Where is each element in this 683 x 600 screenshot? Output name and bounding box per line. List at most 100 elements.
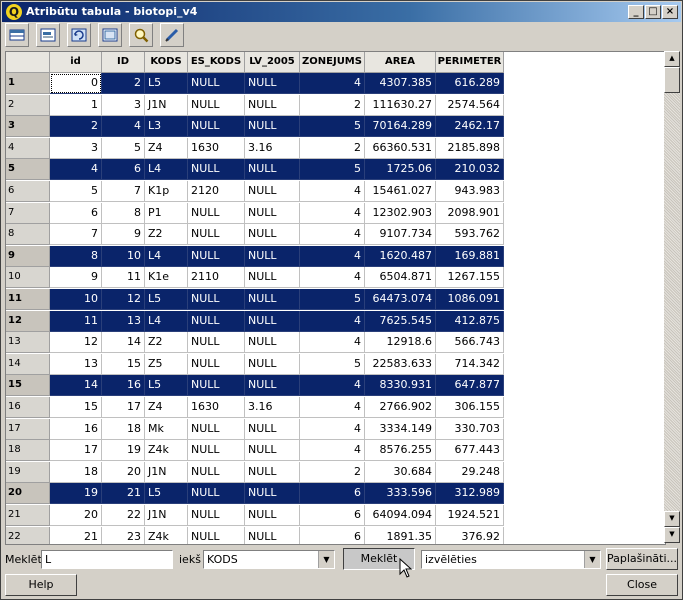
cell-id[interactable]: 10 — [50, 289, 102, 310]
cell-area[interactable]: 3334.149 — [365, 418, 436, 440]
cell-perimeter[interactable]: 677.443 — [436, 440, 504, 462]
cell-kods[interactable]: K1e — [145, 267, 188, 289]
cell-perimeter[interactable]: 306.155 — [436, 397, 504, 418]
help-button[interactable]: Help — [5, 574, 77, 596]
cell-es-kods[interactable]: NULL — [188, 116, 245, 138]
row-header[interactable]: 20 — [6, 483, 50, 505]
cell-es-kods[interactable]: 2110 — [188, 267, 245, 289]
cell-lv-2005[interactable]: NULL — [245, 310, 300, 332]
cell-id[interactable]: 17 — [50, 440, 102, 462]
column-header-zonejums[interactable]: ZONEJUMS — [300, 52, 365, 73]
cell-id[interactable]: 6 — [50, 202, 102, 224]
cell-es-kods[interactable]: 1630 — [188, 397, 245, 418]
cell-id[interactable]: 12 — [50, 332, 102, 354]
row-header[interactable]: 15 — [6, 375, 50, 397]
row-header[interactable]: 4 — [6, 137, 50, 159]
cell-kods[interactable]: Mk — [145, 418, 188, 440]
cell-ID[interactable]: 23 — [102, 526, 145, 544]
cell-kods[interactable]: Z2 — [145, 224, 188, 246]
table-row[interactable]: 11 10 12 L5 NULL NULL 5 64473.074 1086.091 — [6, 289, 504, 310]
table-icon[interactable] — [5, 23, 29, 47]
cell-kods[interactable]: Z2 — [145, 332, 188, 354]
row-header[interactable]: 17 — [6, 418, 50, 440]
cell-es-kods[interactable]: NULL — [188, 483, 245, 505]
cell-es-kods[interactable]: NULL — [188, 418, 245, 440]
cell-zonejums[interactable]: 4 — [300, 181, 365, 202]
edit-pencil-icon[interactable] — [160, 23, 184, 47]
cell-es-kods[interactable]: NULL — [188, 353, 245, 375]
corner-header[interactable] — [6, 52, 50, 73]
cell-zonejums[interactable]: 4 — [300, 267, 365, 289]
cell-area[interactable]: 111630.27 — [365, 94, 436, 116]
cell-ID[interactable]: 6 — [102, 159, 145, 181]
cell-zonejums[interactable]: 4 — [300, 245, 365, 267]
row-header[interactable]: 10 — [6, 267, 50, 289]
cell-zonejums[interactable]: 6 — [300, 526, 365, 544]
cell-zonejums[interactable]: 2 — [300, 461, 365, 483]
cell-id[interactable]: 13 — [50, 353, 102, 375]
table-row[interactable]: 5 4 6 L4 NULL NULL 5 1725.06 210.032 — [6, 159, 504, 181]
cell-kods[interactable]: P1 — [145, 202, 188, 224]
cell-perimeter[interactable]: 2462.17 — [436, 116, 504, 138]
column-header-area[interactable]: AREA — [365, 52, 436, 73]
table-row[interactable]: 3 2 4 L3 NULL NULL 5 70164.289 2462.17 — [6, 116, 504, 138]
column-header-lv-2005[interactable]: LV_2005 — [245, 52, 300, 73]
cell-area[interactable]: 64473.074 — [365, 289, 436, 310]
cell-lv-2005[interactable]: NULL — [245, 94, 300, 116]
cell-zonejums[interactable]: 4 — [300, 202, 365, 224]
cell-kods[interactable]: L5 — [145, 73, 188, 94]
table-row[interactable]: 2 1 3 J1N NULL NULL 2 111630.27 2574.564 — [6, 94, 504, 116]
cell-perimeter[interactable]: 1267.155 — [436, 267, 504, 289]
row-header[interactable]: 5 — [6, 159, 50, 181]
table-row[interactable]: 15 14 16 L5 NULL NULL 4 8330.931 647.877 — [6, 375, 504, 397]
minimize-button[interactable]: _ — [628, 5, 644, 19]
cell-area[interactable]: 8330.931 — [365, 375, 436, 397]
cell-perimeter[interactable]: 647.877 — [436, 375, 504, 397]
cell-area[interactable]: 2766.902 — [365, 397, 436, 418]
cell-es-kods[interactable]: NULL — [188, 73, 245, 94]
row-header[interactable]: 14 — [6, 353, 50, 375]
row-header[interactable]: 13 — [6, 332, 50, 354]
cell-es-kods[interactable]: NULL — [188, 505, 245, 526]
cell-zonejums[interactable]: 4 — [300, 375, 365, 397]
column-header-id[interactable]: id — [50, 52, 102, 73]
cell-ID[interactable]: 13 — [102, 310, 145, 332]
maximize-button[interactable]: □ — [645, 5, 661, 19]
column-header-es-kods[interactable]: ES_KODS — [188, 52, 245, 73]
cell-perimeter[interactable]: 169.881 — [436, 245, 504, 267]
table-row[interactable]: 22 21 23 Z4k NULL NULL 6 1891.35 376.92 — [6, 526, 504, 544]
cell-area[interactable]: 1620.487 — [365, 245, 436, 267]
cell-area[interactable]: 333.596 — [365, 483, 436, 505]
row-header[interactable]: 22 — [6, 526, 50, 544]
cell-area[interactable]: 66360.531 — [365, 137, 436, 159]
cell-lv-2005[interactable]: NULL — [245, 483, 300, 505]
vertical-scrollbar[interactable]: ▲ ▼ ▼ — [664, 51, 680, 543]
cell-ID[interactable]: 19 — [102, 440, 145, 462]
table-row[interactable]: 12 11 13 L4 NULL NULL 4 7625.545 412.875 — [6, 310, 504, 332]
cell-id[interactable]: 0 — [50, 73, 102, 94]
cell-es-kods[interactable]: NULL — [188, 289, 245, 310]
cell-id[interactable]: 20 — [50, 505, 102, 526]
cell-area[interactable]: 6504.871 — [365, 267, 436, 289]
row-header[interactable]: 6 — [6, 181, 50, 202]
cell-id[interactable]: 2 — [50, 116, 102, 138]
column-header-kods[interactable]: KODS — [145, 52, 188, 73]
cell-ID[interactable]: 3 — [102, 94, 145, 116]
cell-lv-2005[interactable]: NULL — [245, 505, 300, 526]
cell-lv-2005[interactable]: NULL — [245, 245, 300, 267]
cell-kods[interactable]: L5 — [145, 483, 188, 505]
cell-perimeter[interactable]: 312.989 — [436, 483, 504, 505]
column-header-perimeter[interactable]: PERIMETER — [436, 52, 504, 73]
cell-area[interactable]: 1891.35 — [365, 526, 436, 544]
cell-lv-2005[interactable]: NULL — [245, 181, 300, 202]
cell-kods[interactable]: Z4k — [145, 526, 188, 544]
cell-zonejums[interactable]: 2 — [300, 94, 365, 116]
table-row[interactable]: 6 5 7 K1p 2120 NULL 4 15461.027 943.983 — [6, 181, 504, 202]
cell-id[interactable]: 8 — [50, 245, 102, 267]
cell-kods[interactable]: Z4 — [145, 397, 188, 418]
cell-kods[interactable]: L3 — [145, 116, 188, 138]
cell-id[interactable]: 9 — [50, 267, 102, 289]
cell-perimeter[interactable]: 330.703 — [436, 418, 504, 440]
cell-id[interactable]: 1 — [50, 94, 102, 116]
cell-id[interactable]: 18 — [50, 461, 102, 483]
